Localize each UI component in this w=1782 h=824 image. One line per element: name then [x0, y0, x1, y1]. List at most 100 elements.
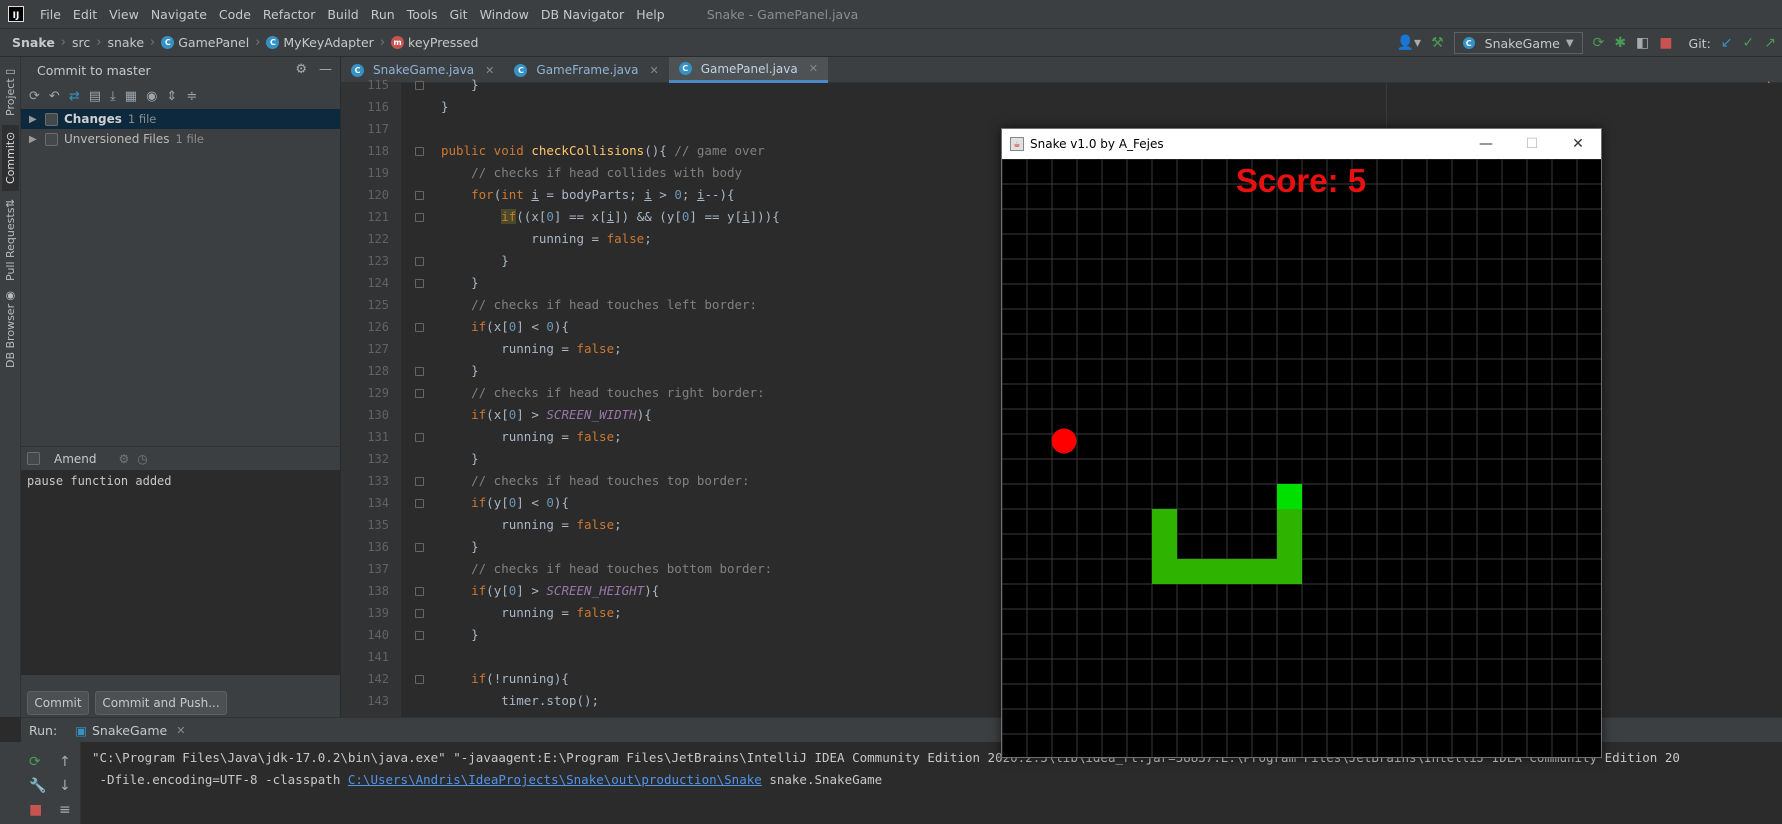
fold-marker-icon[interactable] — [415, 147, 424, 156]
breadcrumb-class[interactable]: GamePanel — [178, 35, 249, 50]
menu-db-navigator[interactable]: DB Navigator — [535, 7, 630, 22]
menu-build[interactable]: Build — [321, 7, 364, 22]
eye-icon[interactable]: ◉ — [146, 89, 157, 104]
rerun-icon[interactable]: ⟳ — [29, 754, 41, 770]
chevron-right-icon[interactable]: ▶ — [29, 134, 45, 145]
snake-game-window[interactable]: ☕ Snake v1.0 by A_Fejes — ☐ ✕ Score: 5 — [1001, 128, 1602, 758]
download-icon[interactable]: ⤓ — [110, 89, 116, 104]
menu-edit[interactable]: Edit — [67, 7, 103, 22]
changes-checkbox[interactable] — [45, 112, 58, 126]
arrow-up-icon[interactable]: ↑ — [59, 754, 71, 770]
fold-marker-icon[interactable] — [415, 213, 424, 222]
fold-marker-icon[interactable] — [415, 543, 424, 552]
code-line: } — [441, 627, 479, 642]
diff-icon[interactable]: ⇄ — [69, 89, 80, 104]
fold-marker-icon[interactable] — [415, 499, 424, 508]
stop-icon[interactable]: ■ — [29, 802, 42, 818]
close-window-icon[interactable]: ✕ — [1555, 129, 1601, 159]
tool-tab-pull-requests[interactable]: Pull Requests ⇅ — [2, 195, 19, 285]
fold-marker-icon[interactable] — [415, 675, 424, 684]
changes-node[interactable]: ▶ Changes 1 file — [21, 109, 340, 129]
coverage-icon[interactable]: ◧ — [1636, 35, 1649, 51]
unversioned-files-node[interactable]: ▶ Unversioned Files 1 file — [21, 129, 340, 149]
minimize-window-icon[interactable]: — — [1463, 129, 1509, 159]
run-configuration-select[interactable]: C SnakeGame ▼ — [1453, 32, 1583, 54]
menu-refactor[interactable]: Refactor — [257, 7, 321, 22]
soft-wrap-icon[interactable]: ≡ — [59, 802, 71, 818]
menu-navigate[interactable]: Navigate — [145, 7, 213, 22]
close-icon[interactable]: ✕ — [649, 64, 658, 77]
breadcrumb-package[interactable]: snake — [107, 35, 144, 50]
tab-gamepanel-java[interactable]: C GamePanel.java ✕ — [668, 57, 828, 83]
minimize-icon[interactable]: — — [319, 62, 332, 77]
classpath-link[interactable]: C:\Users\Andris\IdeaProjects\Snake\out\p… — [348, 772, 762, 787]
chevron-right-icon[interactable]: ▶ — [29, 114, 45, 125]
gear-icon[interactable]: ⚙ — [295, 62, 307, 77]
tab-gameframe-java[interactable]: C GameFrame.java ✕ — [504, 57, 668, 83]
breadcrumb-inner-class[interactable]: MyKeyAdapter — [283, 35, 373, 50]
shelve-icon[interactable]: ▤ — [89, 89, 101, 104]
arrow-down-icon[interactable]: ↓ — [59, 778, 71, 794]
snake-head — [1277, 484, 1302, 509]
git-update-icon[interactable]: ↙ — [1721, 35, 1733, 51]
menu-help[interactable]: Help — [630, 7, 671, 22]
git-commit-icon[interactable]: ✓ — [1743, 35, 1755, 51]
menu-window[interactable]: Window — [474, 7, 535, 22]
tool-tab-db-browser[interactable]: DB Browser ◉ — [2, 289, 19, 369]
fold-marker-icon[interactable] — [415, 477, 424, 486]
run-tab-snakegame[interactable]: ▣ SnakeGame ✕ — [75, 723, 185, 738]
game-board[interactable]: Score: 5 — [1002, 158, 1601, 757]
chevron-right-icon: › — [255, 35, 261, 50]
collapse-all-icon[interactable]: ≑ — [186, 89, 197, 104]
gear-icon[interactable]: ⚙ — [119, 452, 130, 466]
close-icon[interactable]: ✕ — [176, 724, 185, 737]
rollback-icon[interactable]: ↶ — [49, 89, 60, 104]
fold-marker-icon[interactable] — [415, 631, 424, 640]
commit-and-push-button[interactable]: Commit and Push... — [95, 691, 227, 715]
fold-marker-icon[interactable] — [415, 323, 424, 332]
wrench-icon[interactable]: 🔧 — [29, 778, 46, 794]
close-icon[interactable]: ✕ — [485, 64, 494, 77]
history-icon[interactable]: ◷ — [137, 452, 147, 466]
fold-marker-icon[interactable] — [415, 609, 424, 618]
menu-file[interactable]: File — [34, 7, 67, 22]
unversioned-count: 1 file — [175, 132, 205, 146]
fold-marker-icon[interactable] — [415, 433, 424, 442]
breadcrumb-project[interactable]: Snake — [12, 35, 55, 50]
breadcrumb-method[interactable]: keyPressed — [408, 35, 478, 50]
menu-code[interactable]: Code — [213, 7, 257, 22]
group-by-icon[interactable]: ▦ — [125, 89, 137, 104]
fold-marker-icon[interactable] — [415, 587, 424, 596]
fold-marker-icon[interactable] — [415, 389, 424, 398]
menu-run[interactable]: Run — [365, 7, 401, 22]
fold-marker-icon[interactable] — [415, 367, 424, 376]
debug-icon[interactable]: ✱ — [1614, 35, 1626, 51]
snake-body-segment — [1152, 559, 1177, 584]
amend-checkbox[interactable] — [27, 452, 40, 465]
tool-tab-project[interactable]: Project ▭ — [2, 61, 19, 121]
line-number: 138 — [367, 584, 389, 598]
close-icon[interactable]: ✕ — [809, 62, 818, 75]
refresh-icon[interactable]: ⟳ — [29, 89, 40, 104]
fold-marker-icon[interactable] — [415, 191, 424, 200]
expand-all-icon[interactable]: ⇕ — [166, 89, 177, 104]
maximize-window-icon[interactable]: ☐ — [1509, 129, 1555, 159]
menu-tools[interactable]: Tools — [401, 7, 444, 22]
build-hammer-icon[interactable]: ⚒ — [1431, 35, 1444, 51]
fold-marker-icon[interactable] — [415, 279, 424, 288]
menu-view[interactable]: View — [103, 7, 145, 22]
commit-button[interactable]: Commit — [27, 691, 89, 715]
commit-message-field[interactable]: pause function added — [21, 470, 341, 675]
menu-git[interactable]: Git — [444, 7, 474, 22]
game-window-titlebar[interactable]: ☕ Snake v1.0 by A_Fejes — ☐ ✕ — [1002, 129, 1601, 159]
editor-tabs: C SnakeGame.java ✕ C GameFrame.java ✕ C … — [341, 57, 1782, 93]
fold-marker-icon[interactable] — [415, 257, 424, 266]
git-push-icon[interactable]: ↗ — [1764, 35, 1776, 51]
unversioned-checkbox[interactable] — [45, 132, 58, 146]
user-icon[interactable]: 👤▾ — [1397, 35, 1421, 51]
fold-marker-icon[interactable] — [415, 81, 424, 90]
breadcrumb-src[interactable]: src — [72, 35, 90, 50]
rerun-icon[interactable]: ⟳ — [1593, 35, 1605, 51]
stop-icon[interactable]: ■ — [1659, 35, 1672, 51]
tool-tab-commit[interactable]: Commit ⊙ — [2, 125, 19, 191]
